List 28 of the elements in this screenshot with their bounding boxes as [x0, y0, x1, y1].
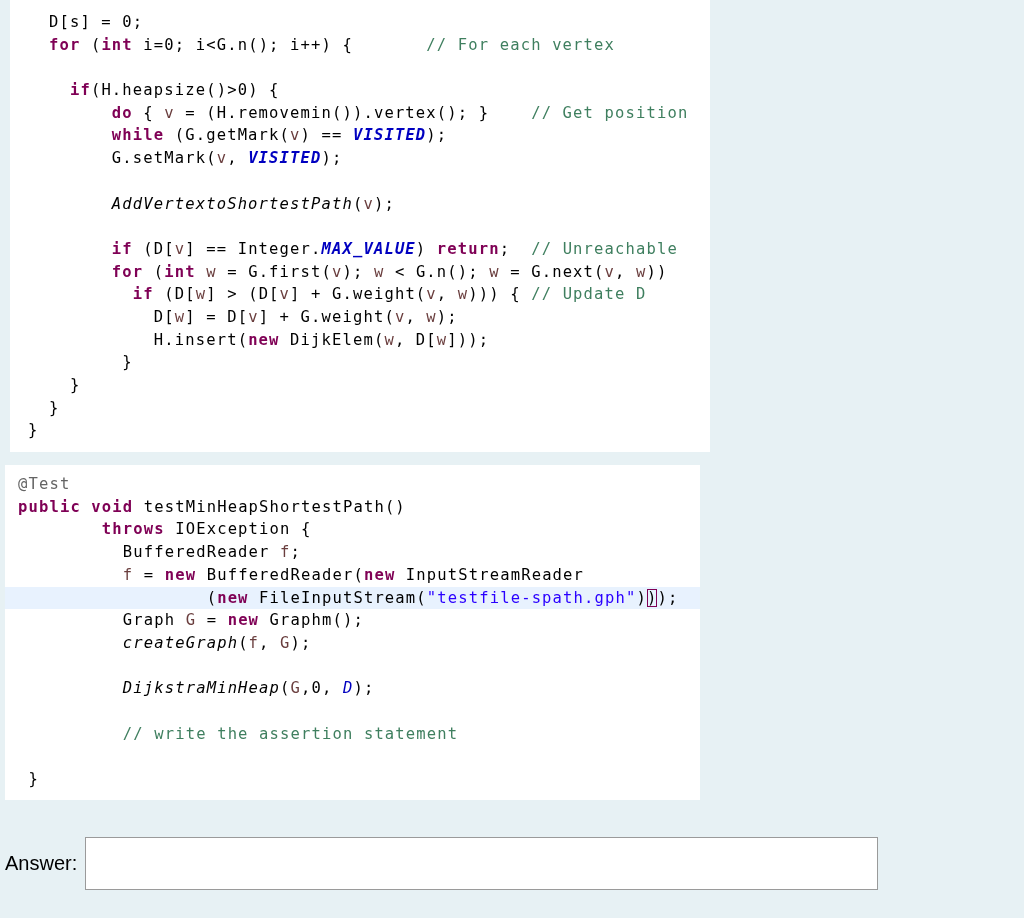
code-line: BufferedReader f; [121, 542, 302, 564]
code-line: } [47, 397, 61, 419]
code-line: createGraph(f, G); [121, 632, 313, 654]
code-line: for (int w = G.first(v); w < G.n(); w = G.next(v, w)) [110, 261, 669, 283]
code-line: DijkstraMinHeap(G,0, D); [121, 678, 376, 700]
code-line: @Test [17, 474, 72, 496]
code-line: Graph G = new Graphm(); [121, 610, 365, 632]
code-line: if (D[w] > (D[v] + G.weight(v, w))) { // Update D [131, 284, 648, 306]
code-line: } [27, 769, 40, 791]
code-line: } [68, 375, 82, 397]
code-line: D[w] = D[v] + G.weight(v, w); [152, 307, 459, 328]
code-line: D[s] = 0; [47, 12, 145, 33]
code-line: } [27, 420, 40, 442]
code-line: f = new BufferedReader(new InputStreamReader [121, 564, 586, 586]
code-line: G.setMark(v, VISITED); [110, 148, 344, 170]
code-line: // write the assertion statement [121, 723, 460, 745]
answer-field[interactable] [85, 836, 879, 890]
code-line: H.insert(new DijkElem(w, D[w])); [152, 329, 491, 351]
code-line: AddVertextoShortestPath(v); [110, 193, 396, 215]
code-line: throws IOException { [100, 519, 313, 541]
code-line: public void testMinHeapShortestPath() [17, 496, 407, 518]
answer-label: Answer: [5, 851, 78, 875]
code-line: if (D[v] == Integer.MAX_VALUE) return; // Unreachable [110, 238, 679, 260]
code-line: while (G.getMark(v) == VISITED); [110, 125, 449, 147]
code-line: for (int i=0; i<G.n(); i++) { // For each vertex [47, 34, 617, 56]
code-line: do { v = (H.removemin()).vertex(); } // Get position [110, 102, 690, 124]
code-line: if(H.heapsize()>0) { [68, 80, 281, 102]
code-line: } [121, 352, 134, 374]
